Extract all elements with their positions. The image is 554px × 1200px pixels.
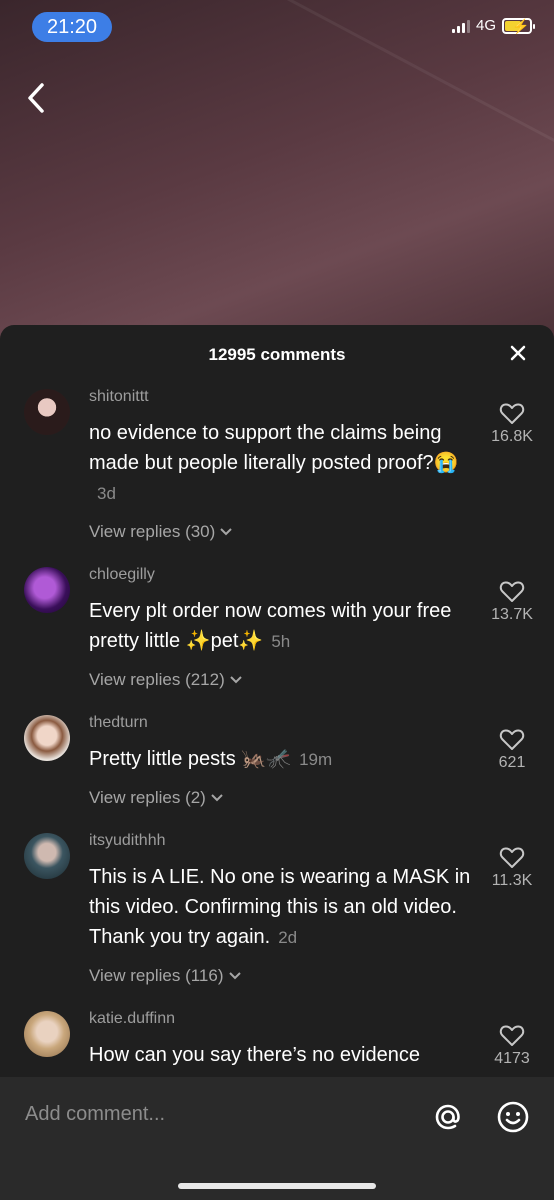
comment-body: Pretty little pests 🦗🦟: [89, 748, 292, 770]
heart-icon: [499, 581, 525, 602]
comment-username[interactable]: shitonittt: [89, 388, 149, 406]
avatar[interactable]: [24, 1011, 70, 1057]
comment-item: katie.duffinn How can you say there’s no…: [0, 1002, 554, 1077]
like-count: 16.8K: [491, 428, 533, 445]
like-button[interactable]: 11.3K: [482, 846, 542, 890]
comment-composer: Add comment...: [0, 1077, 554, 1200]
comment-age: 2d: [278, 928, 298, 947]
comment-text: Pretty little pests 🦗🦟 19m: [89, 744, 484, 775]
status-time: 21:20: [32, 12, 112, 42]
comment-username[interactable]: chloegilly: [89, 566, 155, 584]
add-comment-input[interactable]: Add comment...: [25, 1103, 165, 1126]
like-button[interactable]: 621: [482, 728, 542, 772]
chevron-down-icon: [220, 528, 233, 536]
comment-age: 19m: [299, 750, 333, 769]
back-chevron-icon[interactable]: [22, 80, 52, 116]
avatar[interactable]: [24, 567, 70, 613]
comment-username[interactable]: itsyudithhh: [89, 832, 166, 850]
home-indicator: [178, 1183, 376, 1189]
comment-age: 3d: [97, 484, 116, 503]
comments-list[interactable]: shitonittt no evidence to support the cl…: [0, 380, 554, 1077]
comments-count-title: 12995 comments: [208, 345, 346, 364]
comment-username[interactable]: thedturn: [89, 714, 148, 732]
network-label: 4G: [475, 17, 496, 34]
like-button[interactable]: 13.7K: [482, 580, 542, 624]
like-count: 621: [498, 754, 526, 771]
comments-sheet: 12995 comments shitonittt no evidence to…: [0, 325, 554, 1200]
avatar[interactable]: [24, 389, 70, 435]
view-replies-button[interactable]: View replies (116): [89, 966, 242, 986]
status-indicators: 4G ⚡: [451, 17, 535, 34]
battery-icon: ⚡: [502, 17, 535, 34]
comment-text: This is A LIE. No one is wearing a MASK …: [89, 862, 484, 953]
view-replies-button[interactable]: View replies (2): [89, 788, 224, 808]
chevron-down-icon: [211, 794, 223, 802]
comment-username[interactable]: katie.duffinn: [89, 1010, 175, 1028]
comment-item: shitonittt no evidence to support the cl…: [0, 380, 554, 550]
like-count: 11.3K: [491, 872, 533, 889]
video-background: [0, 0, 554, 345]
comment-text: no evidence to support the claims being …: [89, 418, 484, 509]
view-replies-button[interactable]: View replies (212): [89, 670, 243, 690]
smiley-icon[interactable]: [495, 1099, 531, 1135]
avatar[interactable]: [24, 715, 70, 761]
comment-item: thedturn Pretty little pests 🦗🦟 19m View …: [0, 706, 554, 816]
like-button[interactable]: 4173: [482, 1024, 542, 1068]
heart-icon: [499, 1025, 525, 1046]
comment-item: itsyudithhh This is A LIE. No one is wea…: [0, 824, 554, 994]
comment-item: chloegilly Every plt order now comes wit…: [0, 558, 554, 698]
heart-icon: [499, 847, 525, 868]
view-replies-label: View replies (30): [89, 522, 216, 541]
at-sign-icon[interactable]: [430, 1099, 466, 1135]
avatar[interactable]: [24, 833, 70, 879]
comment-age: 5h: [271, 632, 291, 651]
like-count: 13.7K: [491, 606, 533, 623]
view-replies-label: View replies (2): [89, 788, 206, 807]
chevron-down-icon: [228, 972, 241, 980]
heart-icon: [499, 729, 525, 750]
comment-body: How can you say there’s no evidence: [89, 1044, 420, 1066]
comment-text: Every plt order now comes with your free…: [89, 596, 484, 657]
chevron-down-icon: [230, 676, 242, 684]
signal-icon: [451, 19, 470, 33]
like-count: 4173: [494, 1050, 530, 1067]
like-button[interactable]: 16.8K: [482, 402, 542, 446]
view-replies-label: View replies (116): [89, 966, 224, 985]
comment-text: How can you say there’s no evidence: [89, 1040, 484, 1070]
view-replies-button[interactable]: View replies (30): [89, 522, 233, 542]
heart-icon: [499, 403, 525, 424]
close-icon[interactable]: [508, 343, 528, 363]
view-replies-label: View replies (212): [89, 670, 225, 689]
comment-body: no evidence to support the claims being …: [89, 422, 459, 474]
